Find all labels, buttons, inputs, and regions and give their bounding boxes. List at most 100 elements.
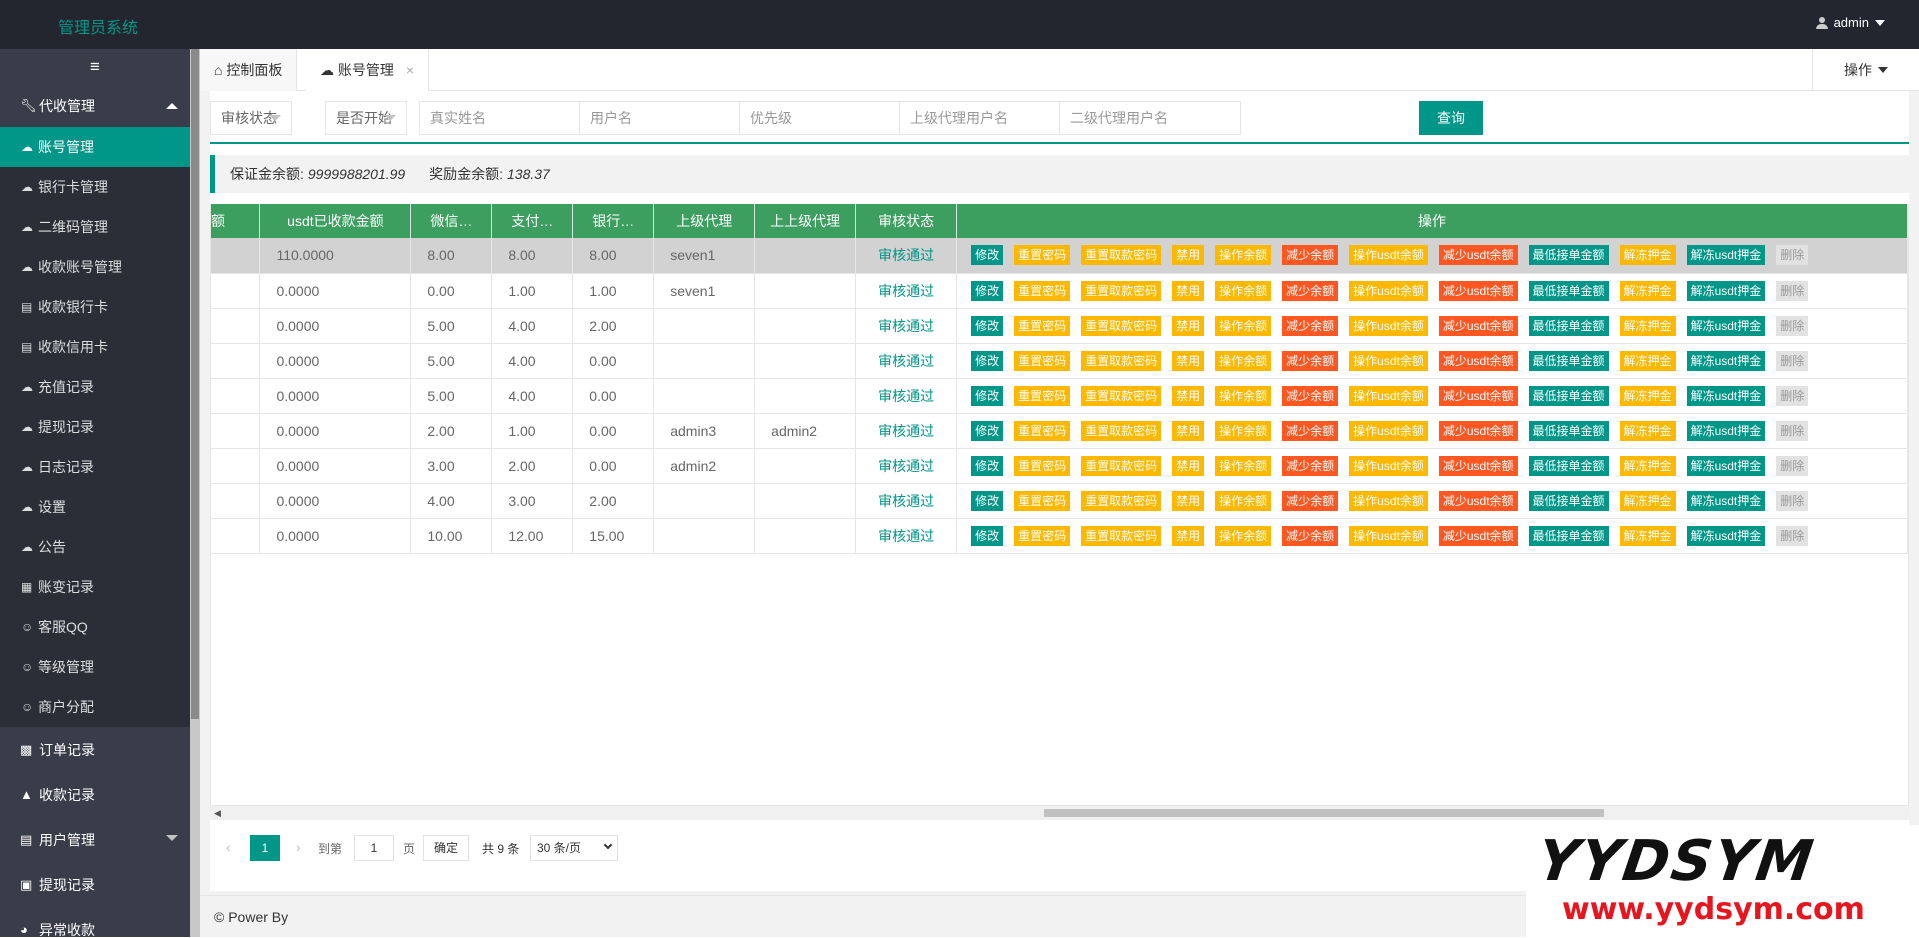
next-page-icon[interactable]: › bbox=[296, 839, 301, 855]
sidebar-scrollbar[interactable] bbox=[190, 49, 200, 937]
action-button[interactable]: 操作余额 bbox=[1215, 350, 1272, 371]
action-button[interactable]: 最低接单金额 bbox=[1528, 455, 1609, 476]
action-button[interactable]: 修改 bbox=[971, 490, 1004, 511]
sidebar-group-orders[interactable]: ▩ 订单记录 bbox=[0, 727, 190, 772]
action-button[interactable]: 最低接单金额 bbox=[1528, 280, 1609, 301]
sidebar-group-abnormal[interactable]: ◕ 异常收款 bbox=[0, 907, 190, 938]
action-button[interactable]: 操作余额 bbox=[1215, 385, 1272, 406]
action-button[interactable]: 重置取款密码 bbox=[1081, 280, 1162, 301]
action-button[interactable]: 减少余额 bbox=[1282, 315, 1339, 336]
action-button[interactable]: 解冻usdt押金 bbox=[1686, 315, 1766, 336]
action-button[interactable]: 重置密码 bbox=[1014, 245, 1071, 266]
action-button[interactable]: 操作余额 bbox=[1215, 315, 1272, 336]
action-button[interactable]: 修改 bbox=[971, 455, 1004, 476]
operations-menu[interactable]: 操作 bbox=[1812, 49, 1919, 91]
action-button[interactable]: 操作余额 bbox=[1215, 420, 1272, 441]
horizontal-scrollbar[interactable]: ◀ bbox=[210, 806, 1909, 820]
sidebar-item-bankcard[interactable]: ☁ 银行卡管理 bbox=[0, 167, 190, 207]
action-button[interactable]: 解冻usdt押金 bbox=[1686, 280, 1766, 301]
action-button[interactable]: 操作usdt余额 bbox=[1349, 420, 1428, 441]
action-button[interactable]: 重置密码 bbox=[1014, 490, 1071, 511]
action-button[interactable]: 解冻押金 bbox=[1619, 280, 1676, 301]
action-button[interactable]: 减少余额 bbox=[1282, 490, 1339, 511]
sidebar-group-withdraw[interactable]: ▣ 提现记录 bbox=[0, 862, 190, 907]
scrollbar-thumb[interactable] bbox=[1044, 809, 1604, 817]
prev-page-icon[interactable]: ‹ bbox=[226, 839, 231, 855]
action-button[interactable]: 修改 bbox=[971, 280, 1004, 301]
action-button[interactable]: 减少余额 bbox=[1282, 280, 1339, 301]
action-button[interactable]: 减少余额 bbox=[1282, 350, 1339, 371]
action-button[interactable]: 减少usdt余额 bbox=[1438, 385, 1518, 406]
action-button[interactable]: 减少余额 bbox=[1282, 385, 1339, 406]
action-button[interactable]: 禁用 bbox=[1172, 420, 1205, 441]
action-button[interactable]: 减少余额 bbox=[1282, 420, 1339, 441]
parent-agent-input[interactable] bbox=[899, 101, 1081, 135]
action-button[interactable]: 解冻usdt押金 bbox=[1686, 490, 1766, 511]
action-button[interactable]: 禁用 bbox=[1172, 315, 1205, 336]
action-button[interactable]: 重置密码 bbox=[1014, 455, 1071, 476]
second-agent-input[interactable] bbox=[1059, 101, 1241, 135]
brand-title[interactable]: 管理员系统 bbox=[58, 14, 138, 38]
action-button[interactable]: 删除 bbox=[1776, 245, 1809, 266]
action-button[interactable]: 操作usdt余额 bbox=[1349, 525, 1428, 546]
action-button[interactable]: 删除 bbox=[1776, 350, 1809, 371]
page-input[interactable]: 1 bbox=[354, 835, 394, 861]
action-button[interactable]: 最低接单金额 bbox=[1528, 385, 1609, 406]
page-size-select[interactable]: 30 条/页 bbox=[530, 835, 618, 861]
action-button[interactable]: 重置取款密码 bbox=[1081, 350, 1162, 371]
action-button[interactable]: 删除 bbox=[1776, 280, 1809, 301]
action-button[interactable]: 解冻usdt押金 bbox=[1686, 525, 1766, 546]
sidebar-item-receive-bank[interactable]: ▤ 收款银行卡 bbox=[0, 287, 190, 327]
action-button[interactable]: 删除 bbox=[1776, 455, 1809, 476]
query-button[interactable]: 查询 bbox=[1419, 101, 1483, 135]
action-button[interactable]: 减少余额 bbox=[1282, 525, 1339, 546]
action-button[interactable]: 最低接单金额 bbox=[1528, 490, 1609, 511]
scrollbar-thumb[interactable] bbox=[191, 49, 199, 719]
action-button[interactable]: 删除 bbox=[1776, 385, 1809, 406]
sidebar-item-receive-account[interactable]: ☁ 收款账号管理 bbox=[0, 247, 190, 287]
action-button[interactable]: 删除 bbox=[1776, 525, 1809, 546]
action-button[interactable]: 解冻usdt押金 bbox=[1686, 420, 1766, 441]
action-button[interactable]: 重置取款密码 bbox=[1081, 525, 1162, 546]
action-button[interactable]: 解冻押金 bbox=[1619, 455, 1676, 476]
sidebar-item-balance-log[interactable]: ▦ 账变记录 bbox=[0, 567, 190, 607]
action-button[interactable]: 禁用 bbox=[1172, 455, 1205, 476]
sidebar-item-withdraw[interactable]: ☁ 提现记录 bbox=[0, 407, 190, 447]
action-button[interactable]: 减少usdt余额 bbox=[1438, 525, 1518, 546]
action-button[interactable]: 操作usdt余额 bbox=[1349, 245, 1428, 266]
action-button[interactable]: 修改 bbox=[971, 245, 1004, 266]
action-button[interactable]: 操作余额 bbox=[1215, 280, 1272, 301]
action-button[interactable]: 最低接单金额 bbox=[1528, 525, 1609, 546]
sidebar-item-account[interactable]: ☁ 账号管理 bbox=[0, 127, 190, 167]
action-button[interactable]: 重置取款密码 bbox=[1081, 455, 1162, 476]
action-button[interactable]: 减少usdt余额 bbox=[1438, 490, 1518, 511]
action-button[interactable]: 解冻押金 bbox=[1619, 420, 1676, 441]
action-button[interactable]: 重置密码 bbox=[1014, 280, 1071, 301]
sidebar-item-settings[interactable]: ☁ 设置 bbox=[0, 487, 190, 527]
priority-input[interactable] bbox=[739, 101, 921, 135]
action-button[interactable]: 操作余额 bbox=[1215, 490, 1272, 511]
action-button[interactable]: 最低接单金额 bbox=[1528, 315, 1609, 336]
sidebar-group-users[interactable]: ▤ 用户管理 bbox=[0, 817, 190, 862]
sidebar-item-level[interactable]: ☺ 等级管理 bbox=[0, 647, 190, 687]
action-button[interactable]: 解冻押金 bbox=[1619, 385, 1676, 406]
audit-status-select[interactable]: 审核状态 bbox=[210, 101, 292, 135]
action-button[interactable]: 解冻usdt押金 bbox=[1686, 385, 1766, 406]
action-button[interactable]: 解冻押金 bbox=[1619, 490, 1676, 511]
action-button[interactable]: 禁用 bbox=[1172, 385, 1205, 406]
sidebar-item-log[interactable]: ☁ 日志记录 bbox=[0, 447, 190, 487]
action-button[interactable]: 修改 bbox=[971, 315, 1004, 336]
action-button[interactable]: 最低接单金额 bbox=[1528, 350, 1609, 371]
action-button[interactable]: 禁用 bbox=[1172, 245, 1205, 266]
sidebar-item-recharge[interactable]: ☁ 充值记录 bbox=[0, 367, 190, 407]
page-current[interactable]: 1 bbox=[250, 835, 280, 861]
menu-toggle-icon[interactable]: ≡ bbox=[0, 49, 190, 85]
action-button[interactable]: 删除 bbox=[1776, 490, 1809, 511]
sidebar-item-merchant[interactable]: ☺ 商户分配 bbox=[0, 687, 190, 727]
action-button[interactable]: 减少余额 bbox=[1282, 245, 1339, 266]
action-button[interactable]: 禁用 bbox=[1172, 350, 1205, 371]
sidebar-group-collection[interactable]: 🔧︎ 代收管理 bbox=[0, 85, 190, 127]
user-menu[interactable]: admin bbox=[1815, 15, 1885, 30]
action-button[interactable]: 减少usdt余额 bbox=[1438, 245, 1518, 266]
action-button[interactable]: 减少usdt余额 bbox=[1438, 420, 1518, 441]
